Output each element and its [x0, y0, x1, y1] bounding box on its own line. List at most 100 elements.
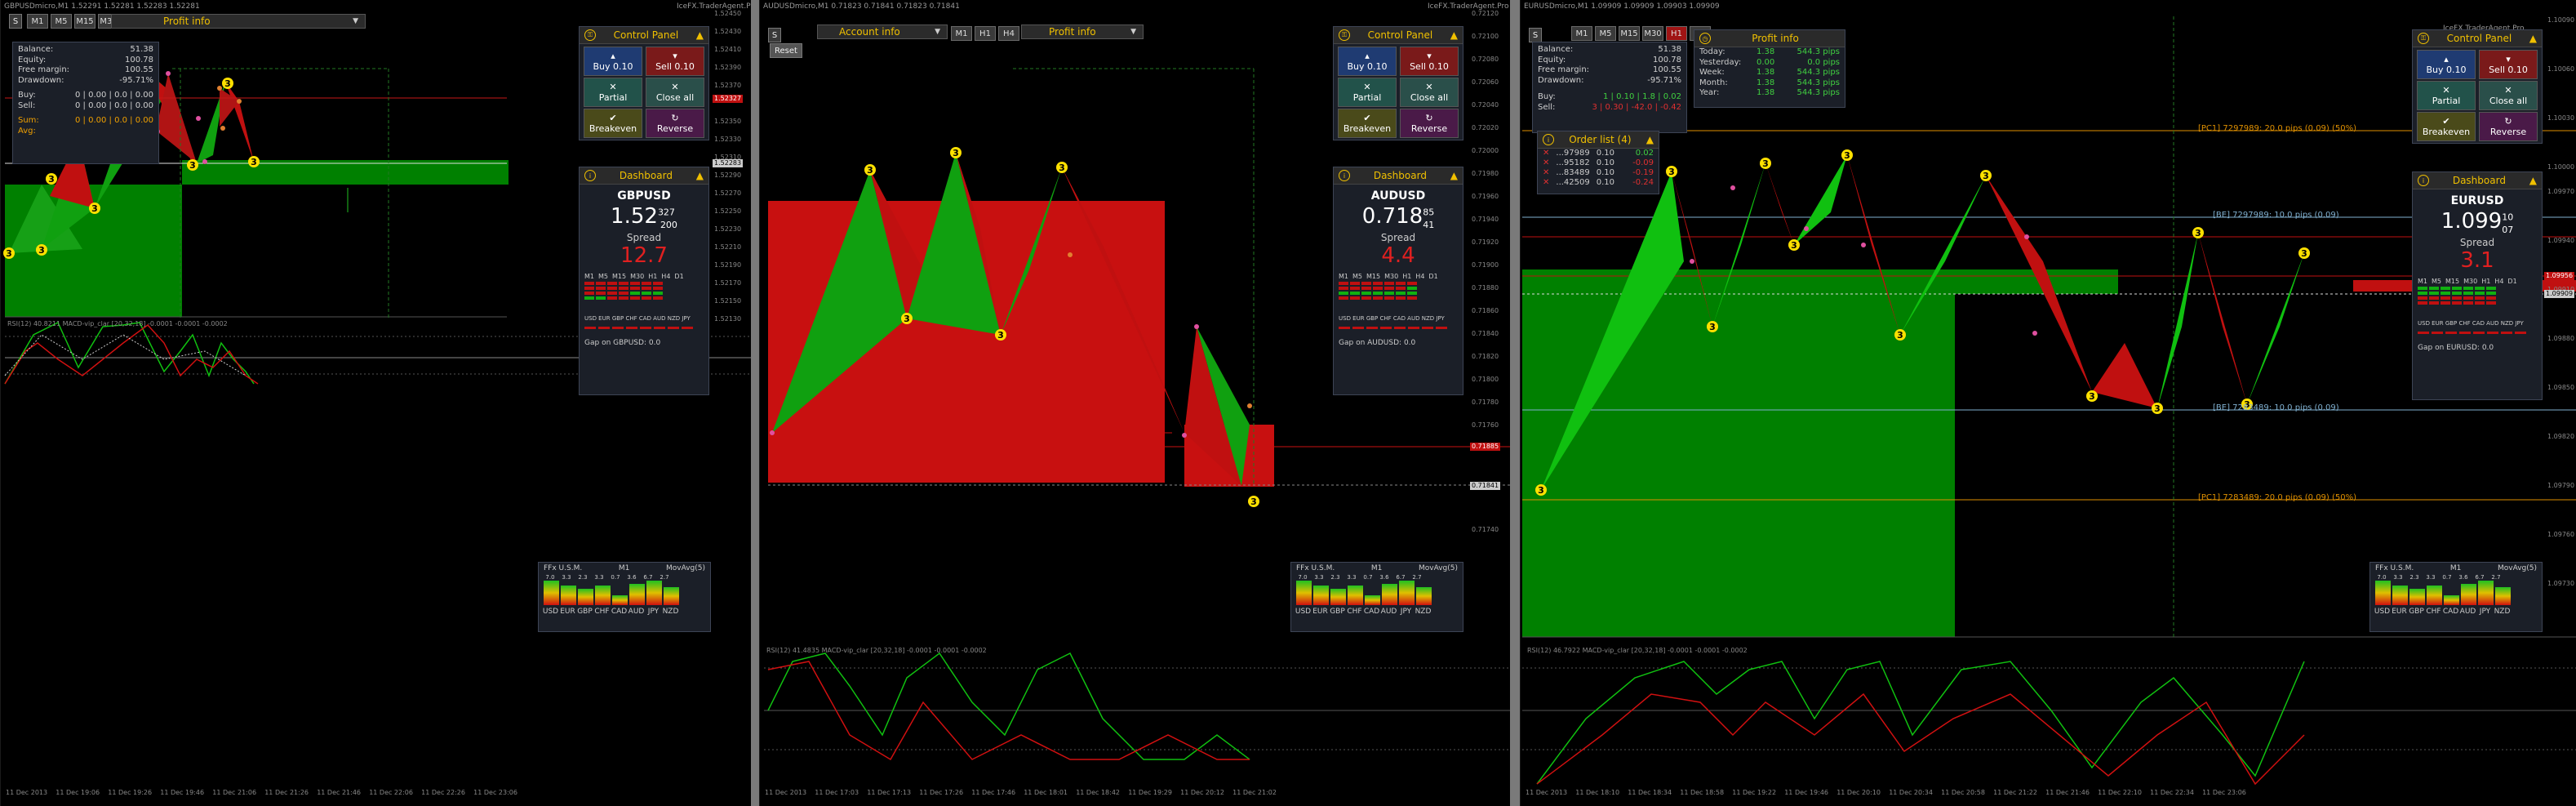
chevron-down-icon: ▼: [353, 17, 358, 25]
chart-window-eurusd[interactable]: 3 3 3 3 3 3 3 3 3 3 3 3 3 EURUSDmicro,M1…: [1520, 0, 2576, 806]
tf-h4[interactable]: H4: [998, 26, 1019, 41]
list-item[interactable]: ✕ ...95182 0.10 -0.09: [1538, 158, 1659, 168]
red-price-tag: 1.52327: [713, 95, 744, 103]
currency-strength-bars: [584, 327, 693, 330]
arrow-down-icon: ▾: [1427, 51, 1432, 61]
buy-button[interactable]: ▴ Buy 0.10: [1338, 47, 1397, 76]
settings-button[interactable]: S: [768, 28, 781, 42]
breakeven-button[interactable]: ✔ Breakeven: [2417, 112, 2476, 141]
chevron-up-icon[interactable]: ▲: [1450, 170, 1458, 181]
gap-label: Gap on GBPUSD: 0.0: [584, 339, 661, 348]
x-icon: ✕: [609, 82, 617, 92]
tf-m15[interactable]: M15: [74, 14, 95, 29]
close-order-icon[interactable]: ✕: [1543, 158, 1549, 168]
tf-m1[interactable]: M1: [27, 14, 48, 29]
buy-button[interactable]: ▴ Buy 0.10: [584, 47, 642, 76]
red-price-tag: 1.09956: [2544, 272, 2575, 280]
window-separator: [1510, 0, 1520, 806]
list-item[interactable]: ✕ ...42509 0.10 -0.24: [1538, 178, 1659, 188]
profit-info-label: Profit info: [1049, 26, 1096, 38]
order-list-panel: i Order list (4) ▲ ✕ ...97989 0.10 0.02 ✕ ...9…: [1537, 131, 1659, 194]
usm-bars: [544, 581, 679, 605]
sell-button[interactable]: ▾ Sell 0.10: [646, 47, 704, 76]
svg-text:3: 3: [38, 245, 45, 256]
chevron-up-icon[interactable]: ▲: [2529, 175, 2537, 186]
partial-close-button[interactable]: ✕ Partial: [584, 78, 642, 107]
reverse-button[interactable]: ↻ Reverse: [1400, 109, 1459, 138]
clock-icon: ◷: [1699, 33, 1711, 44]
usm-bars: [1296, 581, 1432, 605]
gap-label: Gap on EURUSD: 0.0: [2418, 344, 2494, 353]
chart-window-audusd[interactable]: 3 3 3 3 3 3 AUDUSDmicro,M1 0.71823 0.718…: [759, 0, 1511, 806]
lock-icon: ⚿: [584, 29, 596, 41]
tf-m1[interactable]: M1: [951, 26, 972, 41]
tf-m5[interactable]: M5: [1595, 26, 1616, 41]
x-icon: ✕: [1363, 82, 1371, 92]
profit-info-dropdown[interactable]: Profit info ▼: [111, 14, 366, 29]
sell-button[interactable]: ▾ Sell 0.10: [1400, 47, 1459, 76]
tf-h1[interactable]: H1: [1666, 26, 1687, 41]
svg-text:3: 3: [1250, 497, 1257, 507]
tf-m1[interactable]: M1: [1571, 26, 1592, 41]
svg-text:3: 3: [867, 165, 873, 176]
chart-window-gbpusd[interactable]: 3 3 3 3 3 3 3 3 3 GBPUSDmicro,M1 1.52291…: [0, 0, 752, 806]
reset-button[interactable]: Reset: [770, 43, 802, 58]
buy-button[interactable]: ▴ Buy 0.10: [2417, 50, 2476, 79]
tf-m30[interactable]: M30: [1642, 26, 1663, 41]
profit-info-panel: ◷ Profit info Today: 1.38 544.3 pips Yester…: [1694, 29, 1845, 108]
svg-text:3: 3: [91, 203, 98, 214]
dashboard-panel: i Dashboard ▲ EURUSD 1.0991007 Spread 3.1 …: [2412, 171, 2543, 400]
chevron-up-icon[interactable]: ▲: [696, 170, 704, 181]
list-item[interactable]: ✕ ...97989 0.10 0.02: [1538, 149, 1659, 158]
chevron-up-icon[interactable]: ▲: [696, 29, 704, 41]
settings-button[interactable]: S: [1529, 28, 1542, 42]
chevron-down-icon: ▼: [935, 28, 940, 36]
time-axis: 11 Dec 2013 11 Dec 19:06 11 Dec 19:26 11…: [6, 789, 517, 796]
chevron-up-icon[interactable]: ▲: [1646, 134, 1654, 145]
spread-label: Spread: [1380, 232, 1416, 244]
bid-price: 1.52327200: [611, 204, 677, 231]
profit-info-label: Profit info: [163, 16, 211, 27]
close-order-icon[interactable]: ✕: [1543, 168, 1549, 178]
window-separator: [751, 0, 759, 806]
close-order-icon[interactable]: ✕: [1543, 149, 1549, 158]
svg-text:3: 3: [904, 314, 910, 324]
partial-close-button[interactable]: ✕ Partial: [1338, 78, 1397, 107]
control-panel-title: Control Panel: [1367, 29, 1433, 41]
svg-text:3: 3: [2195, 228, 2201, 238]
x-icon: ✕: [671, 82, 679, 92]
tf-m5[interactable]: M5: [51, 14, 72, 29]
check-icon: ✔: [1363, 113, 1371, 123]
account-info-label: Account info: [839, 26, 900, 38]
close-all-button[interactable]: ✕ Close all: [1400, 78, 1459, 107]
svg-text:3: 3: [1983, 171, 1989, 181]
settings-button[interactable]: S: [9, 14, 22, 29]
tf-m15[interactable]: M15: [1619, 26, 1640, 41]
reverse-button[interactable]: ↻ Reverse: [646, 109, 704, 138]
breakeven-button[interactable]: ✔ Breakeven: [1338, 109, 1397, 138]
tf-h1[interactable]: H1: [975, 26, 996, 41]
reverse-button[interactable]: ↻ Reverse: [2479, 112, 2538, 141]
svg-text:3: 3: [251, 157, 257, 167]
breakeven-button[interactable]: ✔ Breakeven: [584, 109, 642, 138]
chevron-up-icon[interactable]: ▲: [2529, 33, 2537, 44]
control-panel: ⚿ Control Panel ▲ ▴ Buy 0.10 ▾ Sell 0.10 ✕ Pa…: [2412, 29, 2543, 144]
current-price-tag: 0.71841: [1470, 482, 1501, 490]
sell-button[interactable]: ▾ Sell 0.10: [2479, 50, 2538, 79]
currency-strength-meter: FFx U.S.M. M1 MovAvg(5) 7.0 3.3 2.3 3.3 0.7 3.6…: [1290, 562, 1463, 632]
control-panel: ⚿ Control Panel ▲ ▴ Buy 0.10 ▾ Sell 0.10 ✕ Pa…: [579, 26, 709, 140]
list-item[interactable]: ✕ ...83489 0.10 -0.19: [1538, 168, 1659, 178]
dashboard-panel: i Dashboard ▲ GBPUSD 1.52327200 Spread 12.…: [579, 167, 709, 395]
dashboard-currencies: USD EUR GBP CHF CAD AUD NZD JPY: [584, 315, 691, 323]
dashboard-panel: i Dashboard ▲ AUDUSD 0.7188541 Spread 4.4 …: [1333, 167, 1463, 395]
dashboard-timeframes: M1 M5 M15 M30 H1 H4 D1: [1339, 273, 1438, 281]
close-order-icon[interactable]: ✕: [1543, 178, 1549, 188]
timeframe-bar: M1 M5 M15 M30 H1 H4: [1571, 26, 1711, 41]
arrow-up-icon: ▴: [1365, 51, 1370, 61]
partial-close-button[interactable]: ✕ Partial: [2417, 81, 2476, 110]
account-info-dropdown[interactable]: Account info ▼: [817, 24, 948, 39]
chevron-up-icon[interactable]: ▲: [1450, 29, 1458, 41]
profit-info-dropdown[interactable]: Profit info ▼: [1021, 24, 1144, 39]
close-all-button[interactable]: ✕ Close all: [2479, 81, 2538, 110]
close-all-button[interactable]: ✕ Close all: [646, 78, 704, 107]
